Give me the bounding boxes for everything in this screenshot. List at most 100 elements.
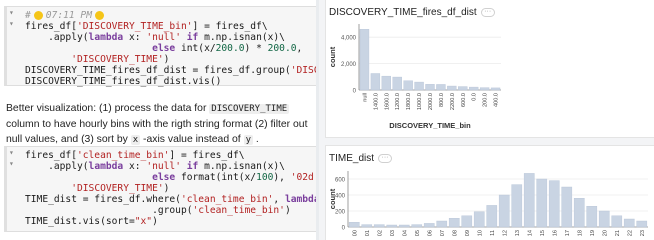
histogram-chart: 020040060000 01 02 03 04 05 06 07 08 09 10 11 12 13 14… [328, 171, 648, 236]
x-tick-label: 09 [465, 230, 471, 236]
x-tick-label: 13 [515, 230, 521, 236]
bar [359, 29, 370, 91]
code-line: else format(int(x/100), '02d [152, 172, 314, 183]
bar [573, 198, 585, 228]
x-tick-label: 600.0 [461, 93, 467, 107]
x-tick-label: 1800.0 [406, 93, 412, 110]
emoji-icon [33, 11, 43, 20]
code-cell[interactable]: ▾ ▾ fires_df['clean_time_bin'] = fires_d… [4, 146, 316, 232]
y-tick-label: 4,000 [341, 36, 357, 42]
x-tick-label: 03 [390, 230, 396, 236]
bar [458, 86, 468, 91]
code-line: else int(x/200.0) * 200.0, [152, 43, 303, 54]
y-tick-label: 200 [335, 210, 346, 216]
code-line: 'DISCOVERY_TIME') [71, 183, 170, 194]
code-editor[interactable]: fires_df['clean_time_bin'] = fires_df\ .… [25, 150, 316, 227]
y-tick-label: 600 [335, 178, 346, 184]
x-tick-label: 19 [590, 230, 596, 236]
notebook-pane: ▾ ▾ #07:11 PM fires_df['DISCOVERY_TIME_b… [0, 0, 316, 240]
x-tick-label: 08 [452, 230, 458, 236]
x-tick-label: 800.0 [439, 93, 445, 107]
x-tick-label: 2000.0 [428, 93, 434, 110]
bar [461, 215, 473, 228]
code-line: 'DISCOVERY_TIME') [71, 54, 170, 65]
emoji-icon [95, 11, 104, 20]
code-editor[interactable]: #07:11 PM fires_df['DISCOVERY_TIME_bin']… [25, 10, 316, 87]
visualization-pane: DISCOVERY_TIME_fires_df_dist ··· 0 2,000 4,… [319, 0, 654, 240]
bar [403, 80, 413, 91]
bar [586, 206, 598, 228]
bar [548, 180, 560, 228]
bar [523, 173, 535, 228]
chart-card: TIME_dist ··· 0 200 400 600 00 01 02 03 04 05 06 07 0… [325, 145, 654, 240]
x-tick-label: 1200.0 [395, 93, 401, 110]
code-line: .apply(lambda x: 'null' if m.np.isnan(x)… [25, 161, 285, 172]
y-tick-label: 0 [342, 226, 346, 232]
x-tick-label: 2200.0 [450, 93, 456, 110]
inline-code: x [130, 135, 141, 145]
x-tick-label: 17 [565, 230, 571, 236]
bar [411, 224, 423, 228]
bar [511, 184, 523, 228]
bar [598, 210, 610, 228]
x-tick-label: 1400.0 [373, 93, 379, 110]
bar [348, 221, 360, 228]
markdown-cell: Better visualization: (1) process the da… [6, 103, 308, 145]
x-tick-label: 07 [440, 230, 446, 236]
fold-arrow-icon[interactable]: ▾ [9, 147, 21, 158]
inline-code: y [243, 135, 253, 145]
code-line: TIME_dist.vis(sort="x") [25, 216, 158, 227]
x-tick-label: 20 [602, 230, 608, 236]
bar [370, 73, 381, 91]
bar [386, 224, 398, 228]
x-tick-label: 04 [402, 230, 408, 236]
bar [469, 86, 479, 91]
code-line: fires_df['clean_time_bin'] = fires_df\ [25, 150, 245, 161]
bar [498, 194, 510, 228]
code-line: TIME_dist = fires_df.where('clean_time_b… [25, 194, 316, 205]
x-axis-label: DISCOVERY_TIME_bin [389, 121, 471, 130]
bar [636, 220, 648, 228]
y-axis-label: count [328, 46, 337, 67]
x-tick-label: 200.0 [483, 93, 489, 107]
x-tick-label: 01 [365, 230, 371, 236]
bar [392, 76, 402, 91]
x-tick-label: 11 [490, 230, 496, 236]
x-tick-label: 12 [502, 230, 508, 236]
x-tick-label: 400.0 [494, 93, 500, 107]
bar [381, 75, 391, 91]
x-tick-label: 02 [377, 230, 383, 236]
x-tick-label: null [362, 93, 368, 102]
bar [361, 224, 373, 228]
bar [425, 84, 435, 91]
bar [423, 223, 435, 228]
fold-arrow-icon[interactable]: ▾ [9, 18, 21, 29]
bar [561, 186, 573, 228]
code-cell[interactable]: ▾ ▾ #07:11 PM fires_df['DISCOVERY_TIME_b… [4, 6, 316, 87]
x-tick-label: 06 [427, 230, 433, 236]
fold-arrow-icon[interactable]: ▾ [9, 158, 21, 169]
comment-line: #07:11 PM [25, 10, 316, 21]
x-tick-label: 14 [527, 230, 533, 236]
y-tick-label: 0 [353, 89, 357, 95]
bar [373, 224, 385, 228]
x-tick-label: 22 [627, 230, 633, 236]
bar [473, 211, 485, 228]
x-tick-label: 0.0 [472, 93, 478, 101]
y-tick-label: 2,000 [341, 62, 357, 68]
x-tick-label: 05 [415, 230, 421, 236]
bar [414, 81, 424, 91]
code-line: DISCOVERY_TIME_fires_df_dist.vis() [25, 76, 222, 87]
x-tick-label: 18 [577, 230, 583, 236]
code-line: DISCOVERY_TIME_fires_df_dist = fires_df.… [25, 65, 316, 76]
fold-arrow-icon[interactable]: ▾ [9, 7, 21, 18]
bar [479, 87, 490, 91]
bar [398, 224, 410, 228]
code-line: .apply(lambda x: 'null' if m.np.isnan(x)… [25, 32, 285, 43]
bar [490, 87, 501, 91]
inline-code: DISCOVERY_TIME [209, 104, 290, 114]
histogram-chart: 0 2,000 4,000 null 1400.0 1600.0 1200.0 1800.0 1… [328, 24, 501, 130]
code-line: fires_df['DISCOVERY_TIME_bin'] = fires_d… [25, 21, 268, 32]
bar [447, 85, 457, 91]
x-tick-label: 16 [552, 230, 558, 236]
